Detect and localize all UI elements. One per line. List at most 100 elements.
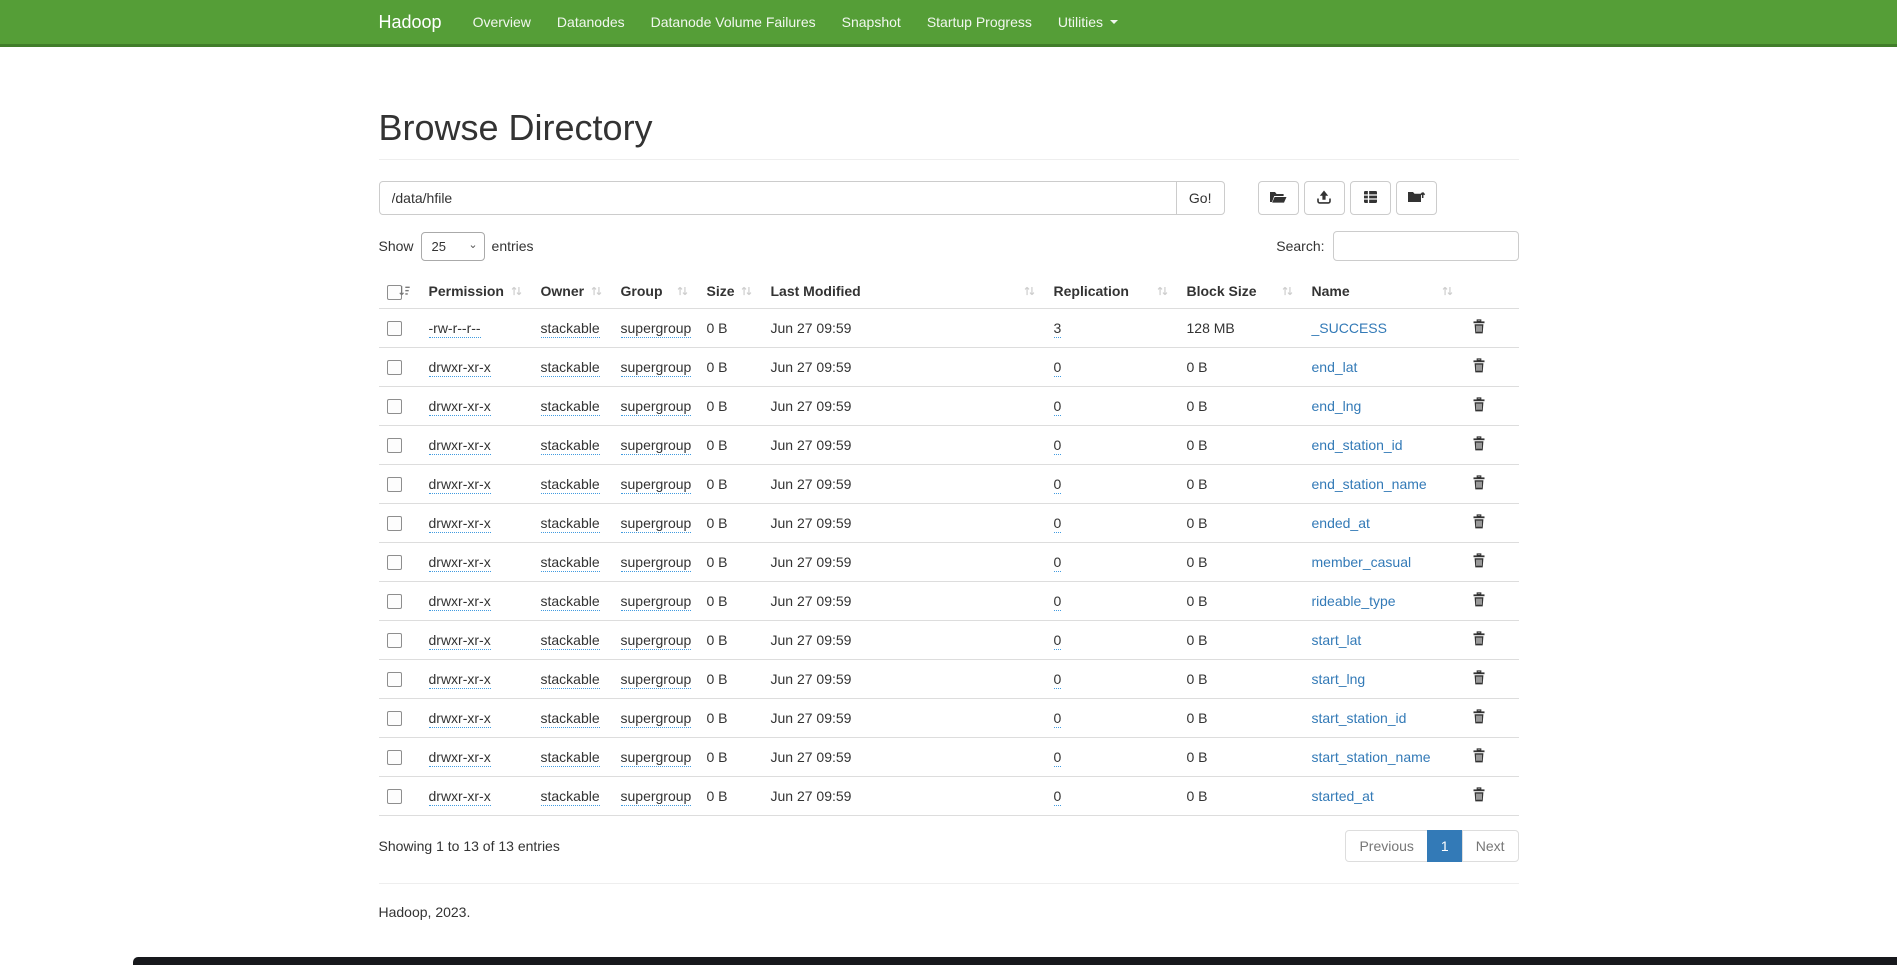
owner-value[interactable]: stackable xyxy=(541,437,600,455)
owner-value[interactable]: stackable xyxy=(541,710,600,728)
page-size-select[interactable]: 25 xyxy=(421,232,485,261)
delete-button[interactable] xyxy=(1472,709,1486,724)
row-checkbox[interactable] xyxy=(387,321,402,336)
permission-value[interactable]: drwxr-xr-x xyxy=(429,749,491,767)
search-input[interactable] xyxy=(1333,231,1519,261)
owner-value[interactable]: stackable xyxy=(541,476,600,494)
delete-button[interactable] xyxy=(1472,358,1486,373)
permission-value[interactable]: drwxr-xr-x xyxy=(429,359,491,377)
column-header-block-size[interactable]: Block Size xyxy=(1179,275,1304,308)
column-header-group[interactable]: Group xyxy=(613,275,699,308)
delete-button[interactable] xyxy=(1472,631,1486,646)
permission-value[interactable]: drwxr-xr-x xyxy=(429,515,491,533)
replication-value[interactable]: 0 xyxy=(1054,593,1062,611)
delete-button[interactable] xyxy=(1472,397,1486,412)
upload-button[interactable] xyxy=(1304,181,1345,215)
group-value[interactable]: supergroup xyxy=(621,788,692,806)
column-header-owner[interactable]: Owner xyxy=(533,275,613,308)
nav-item-utilities[interactable]: Utilities xyxy=(1045,0,1131,44)
delete-button[interactable] xyxy=(1472,592,1486,607)
group-value[interactable]: supergroup xyxy=(621,437,692,455)
owner-value[interactable]: stackable xyxy=(541,359,600,377)
nav-item-datanode-volume-failures[interactable]: Datanode Volume Failures xyxy=(638,0,829,44)
nav-item-startup-progress[interactable]: Startup Progress xyxy=(914,0,1045,44)
owner-value[interactable]: stackable xyxy=(541,593,600,611)
row-checkbox[interactable] xyxy=(387,672,402,687)
row-checkbox[interactable] xyxy=(387,360,402,375)
group-value[interactable]: supergroup xyxy=(621,476,692,494)
replication-value[interactable]: 0 xyxy=(1054,671,1062,689)
permission-value[interactable]: drwxr-xr-x xyxy=(429,671,491,689)
delete-button[interactable] xyxy=(1472,319,1486,334)
row-checkbox[interactable] xyxy=(387,516,402,531)
file-link[interactable]: started_at xyxy=(1312,788,1374,804)
permission-value[interactable]: drwxr-xr-x xyxy=(429,632,491,650)
owner-value[interactable]: stackable xyxy=(541,320,600,338)
go-button[interactable]: Go! xyxy=(1176,181,1225,215)
navbar-brand[interactable]: Hadoop xyxy=(379,0,460,44)
file-link[interactable]: end_station_id xyxy=(1312,437,1403,453)
group-value[interactable]: supergroup xyxy=(621,710,692,728)
delete-button[interactable] xyxy=(1472,436,1486,451)
row-checkbox[interactable] xyxy=(387,633,402,648)
file-link[interactable]: member_casual xyxy=(1312,554,1412,570)
group-value[interactable]: supergroup xyxy=(621,632,692,650)
column-header-last-modified[interactable]: Last Modified xyxy=(763,275,1046,308)
column-header-size[interactable]: Size xyxy=(699,275,763,308)
group-value[interactable]: supergroup xyxy=(621,359,692,377)
directory-path-input[interactable] xyxy=(379,181,1177,215)
group-value[interactable]: supergroup xyxy=(621,749,692,767)
replication-value[interactable]: 3 xyxy=(1054,320,1062,338)
column-header-replication[interactable]: Replication xyxy=(1046,275,1179,308)
owner-value[interactable]: stackable xyxy=(541,554,600,572)
owner-value[interactable]: stackable xyxy=(541,398,600,416)
replication-value[interactable]: 0 xyxy=(1054,554,1062,572)
permission-value[interactable]: drwxr-xr-x xyxy=(429,398,491,416)
pagination-previous[interactable]: Previous xyxy=(1345,830,1427,862)
replication-value[interactable]: 0 xyxy=(1054,359,1062,377)
pagination-next[interactable]: Next xyxy=(1462,830,1519,862)
delete-button[interactable] xyxy=(1472,475,1486,490)
permission-value[interactable]: drwxr-xr-x xyxy=(429,788,491,806)
replication-value[interactable]: 0 xyxy=(1054,437,1062,455)
delete-button[interactable] xyxy=(1472,748,1486,763)
group-value[interactable]: supergroup xyxy=(621,671,692,689)
permission-value[interactable]: drwxr-xr-x xyxy=(429,437,491,455)
nav-item-snapshot[interactable]: Snapshot xyxy=(829,0,914,44)
file-link[interactable]: start_station_name xyxy=(1312,749,1431,765)
replication-value[interactable]: 0 xyxy=(1054,515,1062,533)
delete-button[interactable] xyxy=(1472,670,1486,685)
column-header-name[interactable]: Name xyxy=(1304,275,1464,308)
replication-value[interactable]: 0 xyxy=(1054,749,1062,767)
row-checkbox[interactable] xyxy=(387,555,402,570)
replication-value[interactable]: 0 xyxy=(1054,632,1062,650)
list-button[interactable] xyxy=(1350,181,1391,215)
file-link[interactable]: start_lat xyxy=(1312,632,1362,648)
owner-value[interactable]: stackable xyxy=(541,749,600,767)
folder-move-button[interactable] xyxy=(1396,181,1437,215)
folder-open-button[interactable] xyxy=(1258,181,1299,215)
delete-button[interactable] xyxy=(1472,553,1486,568)
nav-item-datanodes[interactable]: Datanodes xyxy=(544,0,638,44)
nav-item-overview[interactable]: Overview xyxy=(460,0,544,44)
permission-value[interactable]: drwxr-xr-x xyxy=(429,710,491,728)
delete-button[interactable] xyxy=(1472,787,1486,802)
select-all-header[interactable] xyxy=(379,275,421,308)
owner-value[interactable]: stackable xyxy=(541,515,600,533)
row-checkbox[interactable] xyxy=(387,438,402,453)
group-value[interactable]: supergroup xyxy=(621,554,692,572)
file-link[interactable]: _SUCCESS xyxy=(1312,320,1387,336)
replication-value[interactable]: 0 xyxy=(1054,710,1062,728)
replication-value[interactable]: 0 xyxy=(1054,476,1062,494)
column-header-permission[interactable]: Permission xyxy=(421,275,533,308)
row-checkbox[interactable] xyxy=(387,789,402,804)
delete-button[interactable] xyxy=(1472,514,1486,529)
row-checkbox[interactable] xyxy=(387,750,402,765)
file-link[interactable]: start_station_id xyxy=(1312,710,1407,726)
group-value[interactable]: supergroup xyxy=(621,593,692,611)
file-link[interactable]: end_lng xyxy=(1312,398,1362,414)
permission-value[interactable]: drwxr-xr-x xyxy=(429,593,491,611)
file-link[interactable]: rideable_type xyxy=(1312,593,1396,609)
row-checkbox[interactable] xyxy=(387,594,402,609)
group-value[interactable]: supergroup xyxy=(621,398,692,416)
